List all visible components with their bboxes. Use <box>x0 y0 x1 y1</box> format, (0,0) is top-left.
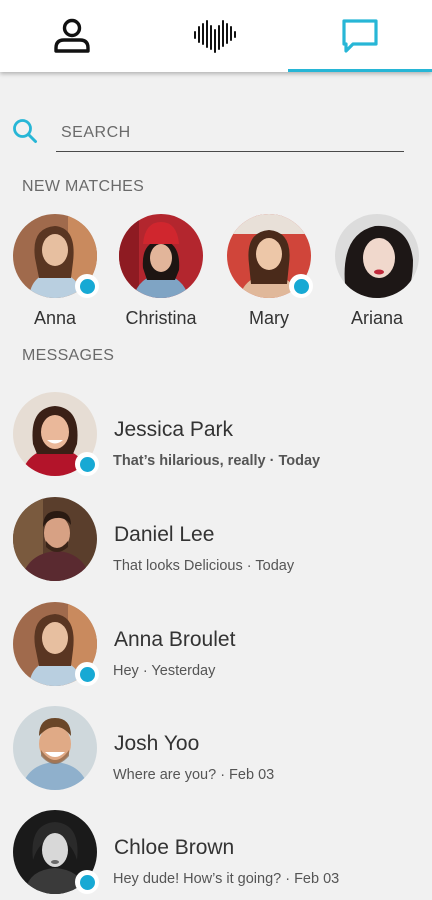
heartbeat-logo-icon <box>194 20 236 53</box>
tab-discover[interactable] <box>144 0 288 72</box>
contact-name: Jessica Park <box>114 418 234 441</box>
list-item[interactable]: Chloe Brown Hey dude! How’s it going? · … <box>0 810 432 900</box>
new-matches-row: Anna Christina Mary Ariana <box>0 214 432 334</box>
message-preview: That’s hilarious, really · Today <box>113 453 321 469</box>
avatar-photo <box>13 706 97 790</box>
online-indicator <box>289 274 313 298</box>
avatar <box>13 810 99 894</box>
chat-icon <box>342 19 378 53</box>
online-indicator <box>75 662 99 686</box>
avatar <box>13 497 97 581</box>
search-input[interactable] <box>56 114 404 152</box>
list-item[interactable]: Josh Yoo Where are you? · Feb 03 <box>0 706 432 796</box>
messages-heading: MESSAGES <box>22 347 115 364</box>
match-name: Ariana <box>350 308 404 328</box>
avatar-photo <box>13 497 97 581</box>
search-bar <box>12 114 404 156</box>
contact-name: Anna Broulet <box>114 628 236 651</box>
contact-name: Chloe Brown <box>114 836 235 859</box>
match-name: Christina <box>125 308 197 328</box>
avatar <box>13 602 99 686</box>
profile-icon <box>54 18 90 53</box>
tab-profile[interactable] <box>0 0 144 72</box>
tab-messages[interactable] <box>288 0 432 72</box>
message-preview: Hey · Yesterday <box>113 663 216 679</box>
match-anna[interactable]: Anna <box>0 214 110 329</box>
match-mary[interactable]: Mary <box>214 214 324 329</box>
match-christina[interactable]: Christina <box>106 214 216 329</box>
online-indicator <box>75 452 99 476</box>
avatar <box>13 706 97 790</box>
avatar <box>119 214 203 298</box>
list-item[interactable]: Jessica Park That’s hilarious, really · … <box>0 392 432 482</box>
match-name: Anna <box>33 308 77 328</box>
search-icon[interactable] <box>12 118 38 144</box>
message-preview: Where are you? · Feb 03 <box>113 767 275 783</box>
online-indicator <box>75 274 99 298</box>
avatar-photo <box>335 214 419 298</box>
avatar <box>13 214 99 298</box>
message-preview: That looks Delicious · Today <box>113 558 295 574</box>
avatar <box>227 214 313 298</box>
avatar-photo <box>119 214 203 298</box>
match-ariana[interactable]: Ariana <box>322 214 432 329</box>
list-item[interactable]: Anna Broulet Hey · Yesterday <box>0 602 432 692</box>
new-matches-heading: NEW MATCHES <box>22 178 145 195</box>
top-nav-bar <box>0 0 432 72</box>
avatar <box>13 392 99 476</box>
contact-name: Daniel Lee <box>114 523 215 546</box>
message-preview: Hey dude! How’s it going? · Feb 03 <box>113 871 340 887</box>
list-item[interactable]: Daniel Lee That looks Delicious · Today <box>0 497 432 587</box>
avatar <box>335 214 419 298</box>
online-indicator <box>75 870 99 894</box>
contact-name: Josh Yoo <box>114 732 200 755</box>
match-name: Mary <box>249 308 289 328</box>
